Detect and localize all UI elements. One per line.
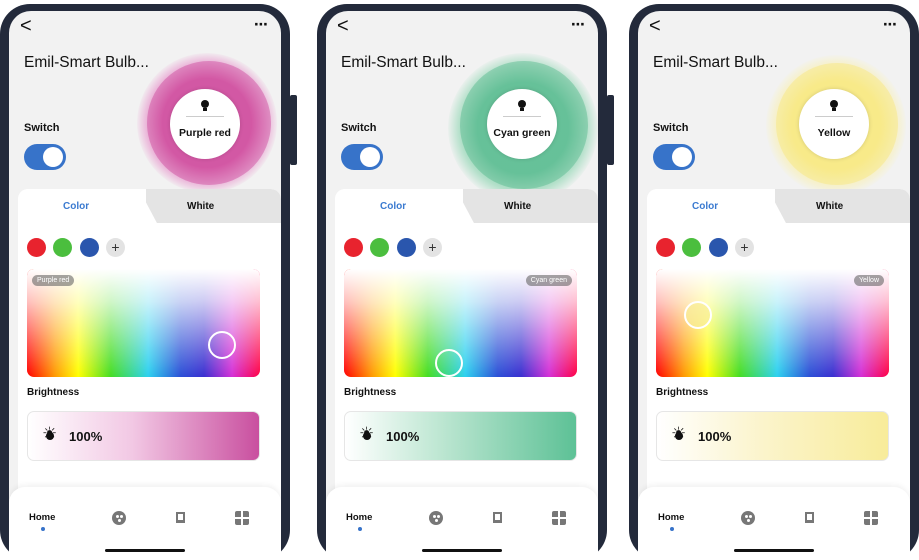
switch-label: Switch [653,122,689,134]
nav-active-dot [41,527,45,531]
app-screen: < ⋯ Emil-Smart Bulb... Switch Purple red… [9,11,281,560]
brightness-value: 100% [69,429,103,444]
tab-white[interactable]: White [816,201,843,212]
switch-label: Switch [341,122,377,134]
palette-icon[interactable] [741,511,755,525]
grid-icon[interactable] [864,511,878,525]
swatch-blue[interactable] [709,238,728,257]
phone-cyan-green: < ⋯ Emil-Smart Bulb... Switch Cyan green… [317,0,614,560]
divider [503,116,541,117]
home-indicator [105,549,185,552]
swatch-red[interactable] [656,238,675,257]
spectrum-color-badge: Purple red [32,275,75,286]
phone-yellow: < ⋯ Emil-Smart Bulb... Switch Yellow Col… [629,0,919,560]
bulb-icon [518,100,526,111]
sun-icon [42,425,58,444]
current-color-name: Purple red [179,127,231,139]
swatch-green[interactable] [370,238,389,257]
color-indicator: Cyan green [487,89,557,159]
switch-label: Switch [24,122,60,134]
home-indicator [734,549,814,552]
toggle-knob [360,147,380,167]
spectrum-color-badge: Yellow [854,275,884,286]
music-icon[interactable] [174,511,188,525]
color-spectrum[interactable]: Purple red [27,269,260,377]
tab-white[interactable]: White [187,201,214,212]
toggle-knob [672,147,692,167]
current-color-name: Yellow [817,127,851,139]
swatch-blue[interactable] [397,238,416,257]
divider [186,116,224,117]
phone-purple-red: < ⋯ Emil-Smart Bulb... Switch Purple red… [0,0,297,560]
swatch-red[interactable] [344,238,363,257]
color-spectrum[interactable]: Cyan green [344,269,577,377]
tab-color[interactable]: Color [380,201,406,212]
brightness-slider[interactable]: 100% [656,411,889,461]
side-button [290,95,297,165]
brightness-value: 100% [386,429,420,444]
nav-home[interactable]: Home [29,512,55,523]
current-color-name: Cyan green [493,127,551,139]
add-swatch-button[interactable]: + [735,238,754,257]
bottom-nav: Home [638,487,910,560]
color-spectrum[interactable]: Yellow [656,269,889,377]
nav-active-dot [358,527,362,531]
back-icon[interactable]: < [337,16,349,36]
bulb-icon [201,100,209,111]
nav-home[interactable]: Home [346,512,372,523]
brightness-label: Brightness [656,387,709,398]
color-picker-handle[interactable] [684,301,712,329]
grid-icon[interactable] [552,511,566,525]
palette-icon[interactable] [112,511,126,525]
power-toggle[interactable] [24,144,66,170]
more-options-icon[interactable]: ⋯ [571,16,586,33]
swatch-green[interactable] [682,238,701,257]
back-icon[interactable]: < [649,16,661,36]
back-icon[interactable]: < [20,16,32,36]
home-indicator [422,549,502,552]
app-screen: < ⋯ Emil-Smart Bulb... Switch Yellow Col… [638,11,910,560]
swatch-red[interactable] [27,238,46,257]
brightness-label: Brightness [27,387,80,398]
grid-icon[interactable] [235,511,249,525]
swatch-blue[interactable] [80,238,99,257]
tab-white[interactable]: White [504,201,531,212]
add-swatch-button[interactable]: + [106,238,125,257]
more-options-icon[interactable]: ⋯ [883,16,898,33]
brightness-slider[interactable]: 100% [27,411,260,461]
toggle-knob [43,147,63,167]
divider [815,116,853,117]
brightness-label: Brightness [344,387,397,398]
power-toggle[interactable] [653,144,695,170]
bottom-nav: Home [9,487,281,560]
color-picker-handle[interactable] [208,331,236,359]
nav-active-dot [670,527,674,531]
music-icon[interactable] [491,511,505,525]
app-screen: < ⋯ Emil-Smart Bulb... Switch Cyan green… [326,11,598,560]
device-title: Emil-Smart Bulb... [653,54,778,71]
music-icon[interactable] [803,511,817,525]
color-indicator: Yellow [799,89,869,159]
spectrum-color-badge: Cyan green [525,275,572,286]
add-swatch-button[interactable]: + [423,238,442,257]
device-title: Emil-Smart Bulb... [24,54,149,71]
palette-icon[interactable] [429,511,443,525]
tab-color[interactable]: Color [692,201,718,212]
nav-home[interactable]: Home [658,512,684,523]
brightness-value: 100% [698,429,732,444]
bulb-icon [830,100,838,111]
power-toggle[interactable] [341,144,383,170]
tab-color[interactable]: Color [63,201,89,212]
brightness-slider[interactable]: 100% [344,411,577,461]
more-options-icon[interactable]: ⋯ [254,16,269,33]
side-button [607,95,614,165]
swatch-green[interactable] [53,238,72,257]
device-title: Emil-Smart Bulb... [341,54,466,71]
color-indicator: Purple red [170,89,240,159]
sun-icon [359,425,375,444]
color-picker-handle[interactable] [435,349,463,377]
bottom-nav: Home [326,487,598,560]
sun-icon [671,425,687,444]
